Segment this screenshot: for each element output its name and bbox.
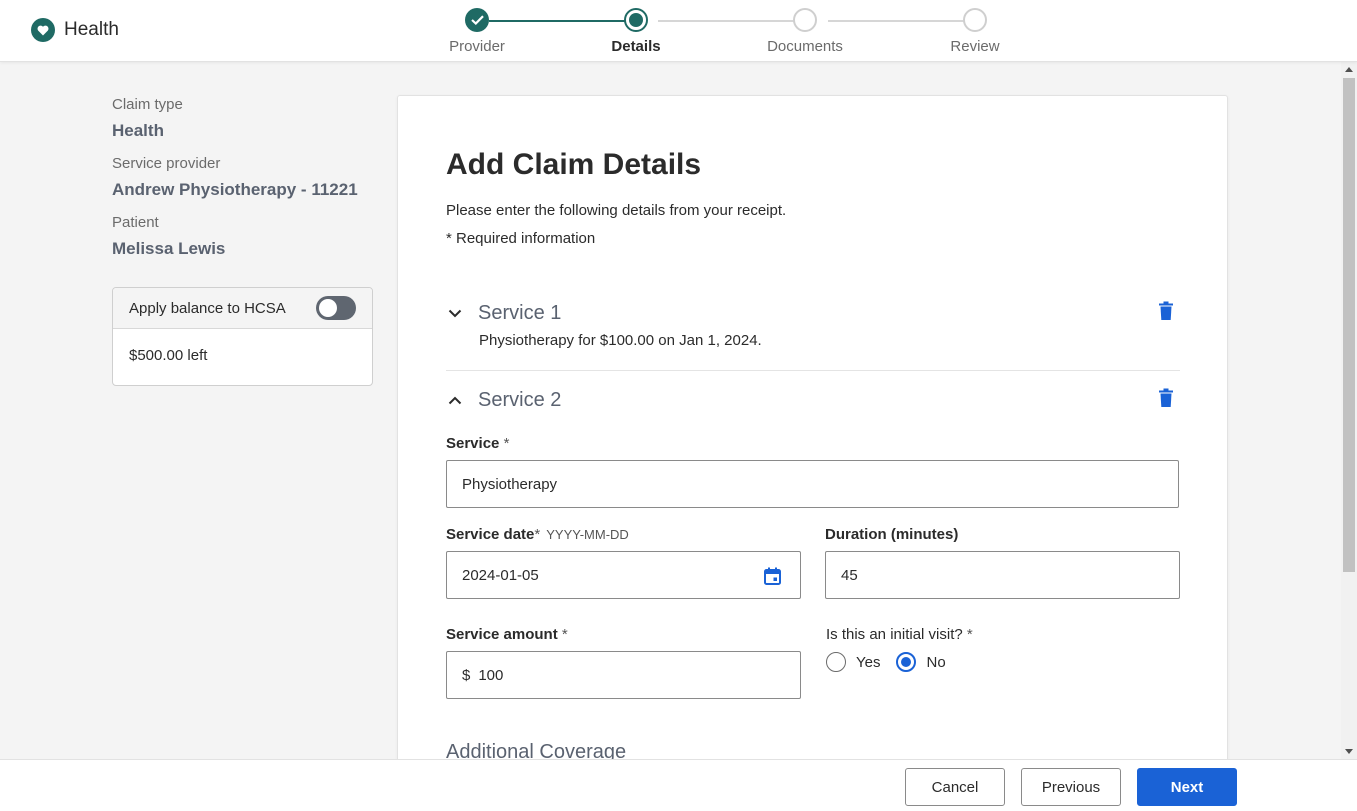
service-1-title: Service 1: [478, 302, 562, 324]
service-input[interactable]: Physiotherapy: [446, 460, 1179, 508]
service-input-value: Physiotherapy: [462, 475, 558, 493]
current-step-icon: [624, 8, 648, 32]
provider-value: Andrew Physiotherapy - 11221: [112, 180, 358, 199]
service-date-label: Service date* YYYY-MM-DD: [446, 526, 629, 543]
required-note: * Required information: [446, 230, 596, 247]
duration-label: Duration (minutes): [825, 526, 959, 543]
service-2-header[interactable]: Service 2: [446, 389, 561, 412]
service-label: Service *: [446, 435, 510, 452]
page-subtitle: Please enter the following details from …: [446, 202, 787, 219]
pending-step-icon: [963, 8, 987, 32]
brand-name: Health: [64, 19, 119, 40]
hcsa-toggle[interactable]: [316, 296, 356, 320]
previous-button[interactable]: Previous: [1021, 768, 1121, 806]
service-1-summary: Physiotherapy for $100.00 on Jan 1, 2024…: [479, 332, 762, 349]
service-amount-value: 100: [478, 666, 504, 684]
scroll-thumb[interactable]: [1343, 78, 1355, 572]
step-label: Documents: [767, 38, 843, 55]
patient-label: Patient: [112, 214, 159, 231]
page-title: Add Claim Details: [446, 148, 702, 181]
heart-icon: [31, 18, 55, 42]
app-header: Health Provider Details Documents Review: [0, 0, 1357, 62]
chevron-up-icon[interactable]: [446, 392, 464, 410]
page-scrollbar[interactable]: [1341, 62, 1357, 759]
hcsa-header: Apply balance to HCSA: [113, 288, 372, 329]
step-label: Review: [950, 38, 1000, 55]
patient-value: Melissa Lewis: [112, 239, 226, 258]
step-documents: Documents: [750, 8, 860, 55]
initial-visit-no-radio[interactable]: [896, 652, 917, 672]
calendar-icon[interactable]: [764, 567, 782, 585]
step-provider[interactable]: Provider: [422, 8, 532, 55]
currency-symbol: $: [462, 666, 471, 684]
step-details[interactable]: Details: [581, 8, 691, 55]
scroll-up-icon[interactable]: [1345, 67, 1353, 72]
brand: Health: [31, 18, 119, 42]
claim-summary: Claim type Health Service provider Andre…: [112, 96, 374, 273]
service-amount-label: Service amount *: [446, 626, 568, 643]
step-label: Provider: [449, 38, 505, 55]
initial-visit-question: Is this an initial visit? *: [826, 626, 973, 643]
scroll-down-icon[interactable]: [1345, 749, 1353, 754]
provider-label: Service provider: [112, 155, 221, 172]
claim-type-value: Health: [112, 121, 164, 140]
service-2-title: Service 2: [478, 389, 562, 411]
chevron-down-icon[interactable]: [446, 305, 464, 323]
progress-stepper: Provider Details Documents Review: [440, 8, 1020, 60]
trash-icon[interactable]: [1158, 388, 1176, 408]
service-1-header[interactable]: Service 1: [446, 302, 561, 325]
next-button[interactable]: Next: [1137, 768, 1237, 806]
initial-visit-yes-radio[interactable]: [826, 652, 846, 672]
step-label: Details: [611, 38, 661, 55]
hcsa-balance: $500.00 left: [129, 347, 208, 364]
initial-visit-radio-group: Yes No: [826, 652, 952, 672]
claim-type-label: Claim type: [112, 96, 183, 113]
checkmark-icon: [465, 8, 489, 32]
duration-input[interactable]: 45: [825, 551, 1180, 599]
pending-step-icon: [793, 8, 817, 32]
footer-bar: Cancel Previous Next: [0, 759, 1357, 811]
service-amount-input[interactable]: $ 100: [446, 651, 801, 699]
trash-icon[interactable]: [1158, 301, 1176, 321]
initial-visit-yes-label[interactable]: Yes: [856, 654, 880, 671]
section-divider: [446, 370, 1180, 371]
service-date-input[interactable]: 2024-01-05: [446, 551, 801, 599]
cancel-button[interactable]: Cancel: [905, 768, 1005, 806]
hcsa-title: Apply balance to HCSA: [129, 299, 286, 317]
claim-details-card: Add Claim Details Please enter the follo…: [397, 95, 1228, 795]
step-review: Review: [920, 8, 1030, 55]
hcsa-panel: Apply balance to HCSA $500.00 left: [112, 287, 373, 386]
duration-value: 45: [841, 566, 858, 584]
service-date-value: 2024-01-05: [462, 566, 539, 584]
initial-visit-no-label[interactable]: No: [926, 654, 945, 671]
